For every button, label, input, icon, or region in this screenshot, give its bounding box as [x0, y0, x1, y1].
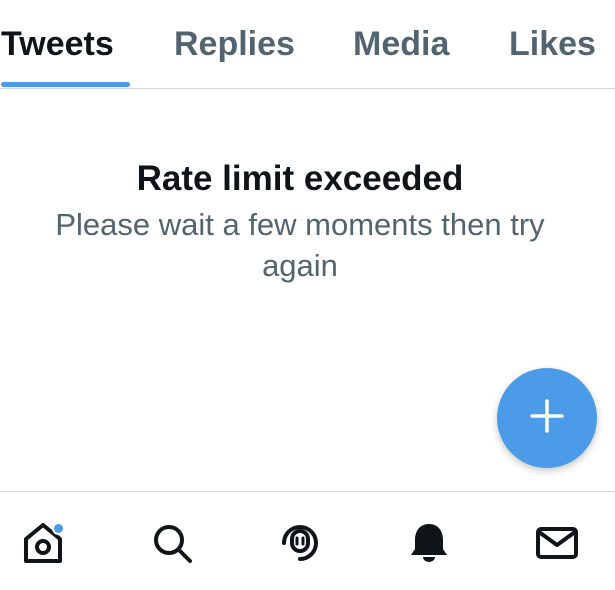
- compose-tweet-button[interactable]: [497, 368, 597, 468]
- notification-dot: [52, 522, 65, 535]
- nav-notifications[interactable]: [404, 520, 454, 570]
- error-message: Rate limit exceeded Please wait a few mo…: [0, 156, 600, 286]
- plus-icon: [527, 396, 567, 441]
- profile-timeline-screen: Tweets Replies Media Likes Rate limit ex…: [0, 0, 615, 590]
- active-tab-indicator: [1, 82, 130, 87]
- profile-tabs: Tweets Replies Media Likes: [0, 0, 615, 89]
- spaces-microphone-icon: [276, 519, 324, 572]
- nav-spaces[interactable]: [275, 520, 325, 570]
- nav-search[interactable]: [147, 520, 197, 570]
- tab-media[interactable]: Media: [353, 22, 449, 66]
- bell-icon: [405, 519, 453, 572]
- nav-messages[interactable]: [532, 520, 582, 570]
- tab-likes[interactable]: Likes: [509, 22, 596, 66]
- error-description: Please wait a few moments then try again: [55, 207, 545, 283]
- nav-home[interactable]: [18, 520, 68, 570]
- tab-tweets[interactable]: Tweets: [1, 22, 114, 66]
- bottom-navigation: [0, 491, 615, 590]
- error-title: Rate limit exceeded: [136, 159, 464, 198]
- search-icon: [148, 519, 196, 572]
- tab-replies[interactable]: Replies: [174, 22, 295, 66]
- mail-icon: [533, 519, 581, 572]
